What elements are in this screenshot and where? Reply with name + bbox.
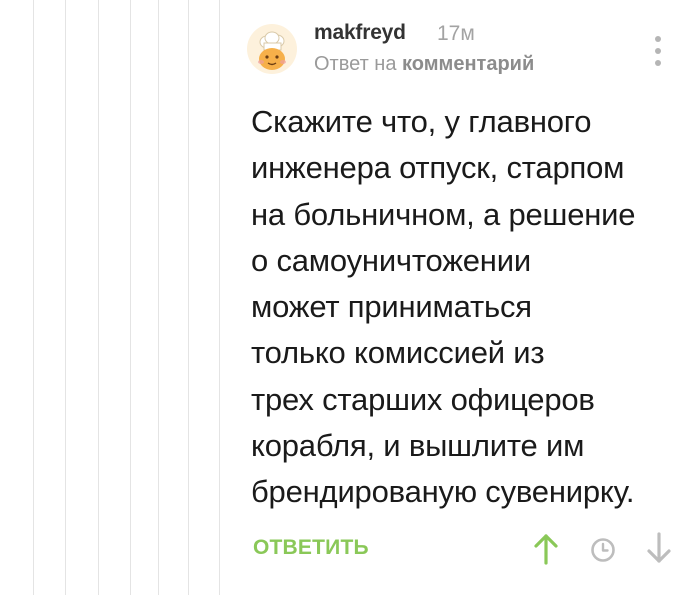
comment-body-line: брендированую сувенирку. — [251, 474, 635, 510]
comment: makfreyd 17м Ответ на комментарий Скажит… — [0, 0, 700, 595]
chef-avatar-icon[interactable] — [247, 24, 297, 74]
comment-body-line: только комиссией из — [251, 335, 545, 371]
comment-time: 17м — [437, 22, 475, 45]
comment-body-line: о самоуничтожении — [251, 242, 531, 278]
arrow-up-icon[interactable] — [533, 532, 559, 566]
clock-icon[interactable] — [589, 536, 617, 564]
comment-body-line: инженера отпуск, старпом — [251, 150, 625, 186]
comment-body-line: Скажите что, у главного — [251, 104, 592, 139]
comment-body-line: корабля, и вышлите им — [251, 428, 585, 464]
reply-to-link[interactable]: комментарий — [402, 53, 534, 75]
reply-to-prefix: Ответ на — [314, 53, 397, 75]
reply-to-line: Ответ на комментарий — [314, 53, 534, 76]
comment-body-line: трех старших офицеров — [251, 381, 595, 417]
comment-body-line: может приниматься — [251, 289, 532, 325]
arrow-down-icon[interactable] — [646, 530, 672, 566]
reply-button[interactable]: ОТВЕТИТЬ — [253, 536, 369, 560]
more-vertical-icon[interactable] — [651, 34, 665, 68]
comment-author[interactable]: makfreyd — [314, 21, 406, 45]
comment-body-line: на больничном, а решение — [251, 196, 636, 232]
comment-body: Скажите что, у главного инженера отпуск,… — [251, 99, 671, 516]
